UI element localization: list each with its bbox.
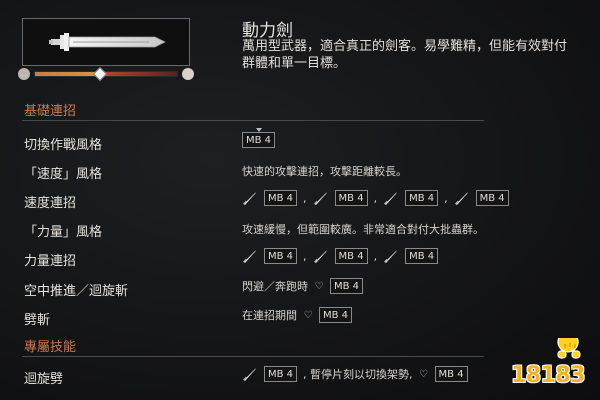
move-input: MB 4 , 暫停片刻以切換架勢, ♡ MB 4 [242, 366, 468, 382]
move-input: MB 4, MB 4, MB 4, MB 4 [242, 190, 509, 206]
sword-icon [383, 190, 399, 206]
move-description: 攻速緩慢，但範圍較廣。非常適合對付大批蟲群。 [242, 221, 484, 237]
mouse-button-label: MB 4 [268, 250, 294, 262]
mouse-button-label: MB 4 [409, 250, 435, 262]
move-description: 快速的攻擊連招，攻擊距離較長。 [242, 163, 407, 179]
mouse-button-key: MB 4 [405, 248, 439, 264]
mouse-button-label: MB 4 [268, 368, 294, 380]
move-text: , 暫停片刻以切換架勢, [303, 368, 413, 381]
mouse-button-label: MB 4 [334, 280, 360, 292]
mouse-button-key: MB 4 [434, 366, 468, 382]
sword-icon [383, 248, 399, 264]
mouse-button-key: MB 4 [319, 307, 353, 323]
mouse-button-key: MB 4 [330, 278, 364, 294]
separator: , [373, 249, 378, 263]
move-label: 力量連招 [24, 254, 77, 269]
move-text: 在連招期間 [242, 309, 297, 322]
sword-icon [242, 366, 258, 382]
move-input: 在連招期間 ♡ MB 4 [242, 307, 353, 323]
sword-icon [454, 190, 470, 206]
mouse-button-label: MB 4 [479, 192, 505, 204]
power-sword-icon [49, 33, 166, 51]
move-label: 空中推進／迴旋斬 [24, 284, 129, 299]
section-divider [22, 120, 484, 121]
broken-heart-icon: ♡ [314, 280, 324, 292]
separator: , [303, 249, 307, 263]
move-label: 迴旋劈 [24, 372, 64, 387]
mouse-button-label: MB 4 [409, 192, 435, 204]
mouse-button-label: MB 4 [268, 192, 294, 204]
mastery-fill [35, 72, 101, 76]
separator: , [303, 191, 307, 205]
sword-icon [242, 190, 258, 206]
move-label: 「速度」風格 [24, 167, 103, 182]
mouse-button-label: MB 4 [338, 250, 364, 262]
mouse-button-key: MB 4 [334, 190, 368, 206]
sword-icon [313, 190, 329, 206]
mouse-button-key: MB 4 [264, 190, 298, 206]
watermark-text: 18183 [510, 363, 586, 388]
sword-icon [313, 248, 329, 264]
mouse-button-label: MB 4 [338, 192, 364, 204]
key-tick-icon [255, 128, 262, 132]
move-text: 快速的攻擊連招，攻擊距離較長。 [242, 165, 407, 178]
mastery-meter [18, 66, 194, 84]
sword-icon [242, 248, 258, 264]
move-label: 劈斬 [24, 313, 51, 328]
mouse-button-key: MB 4 [475, 190, 509, 206]
move-label: 「力量」風格 [24, 225, 103, 240]
move-label: 速度連招 [24, 196, 77, 211]
move-text: 閃避／奔跑時 [242, 280, 308, 293]
mouse-button-key: MB 4 [264, 366, 298, 382]
weapon-description: 萬用型武器，適合真正的劍客。易學難精，但能有效對付群體和單一目標。 [242, 39, 568, 71]
mastery-marker [93, 66, 108, 82]
mouse-button-key: MB 4 [264, 248, 298, 264]
move-text: 攻速緩慢，但範圍較廣。非常適合對付大批蟲群。 [242, 223, 484, 236]
separator: , [444, 191, 448, 205]
move-input: MB 4, MB 4, MB 4 [242, 248, 439, 264]
move-label: 切換作戰風格 [24, 138, 103, 153]
mouse-button-key: MB 4 [242, 128, 276, 148]
broken-heart-icon: ♡ [303, 309, 313, 321]
section-title: 專屬技能 [24, 340, 77, 355]
mouse-button-key: MB 4 [334, 248, 368, 264]
separator: , [373, 191, 378, 205]
mastery-track [34, 66, 178, 82]
mouse-button-label: MB 4 [323, 309, 349, 321]
skull-icon [18, 68, 30, 80]
section-title: 基礎連招 [24, 104, 77, 119]
section-divider [22, 356, 484, 357]
skull-icon [182, 68, 194, 80]
mouse-button-key: MB 4 [405, 190, 439, 206]
move-input: 閃避／奔跑時 ♡ MB 4 [242, 278, 364, 294]
broken-heart-icon: ♡ [419, 368, 429, 380]
weapon-preview [22, 18, 190, 66]
move-input: MB 4 [242, 128, 276, 148]
mouse-button-label: MB 4 [438, 368, 464, 380]
mouse-button-label: MB 4 [246, 134, 272, 146]
